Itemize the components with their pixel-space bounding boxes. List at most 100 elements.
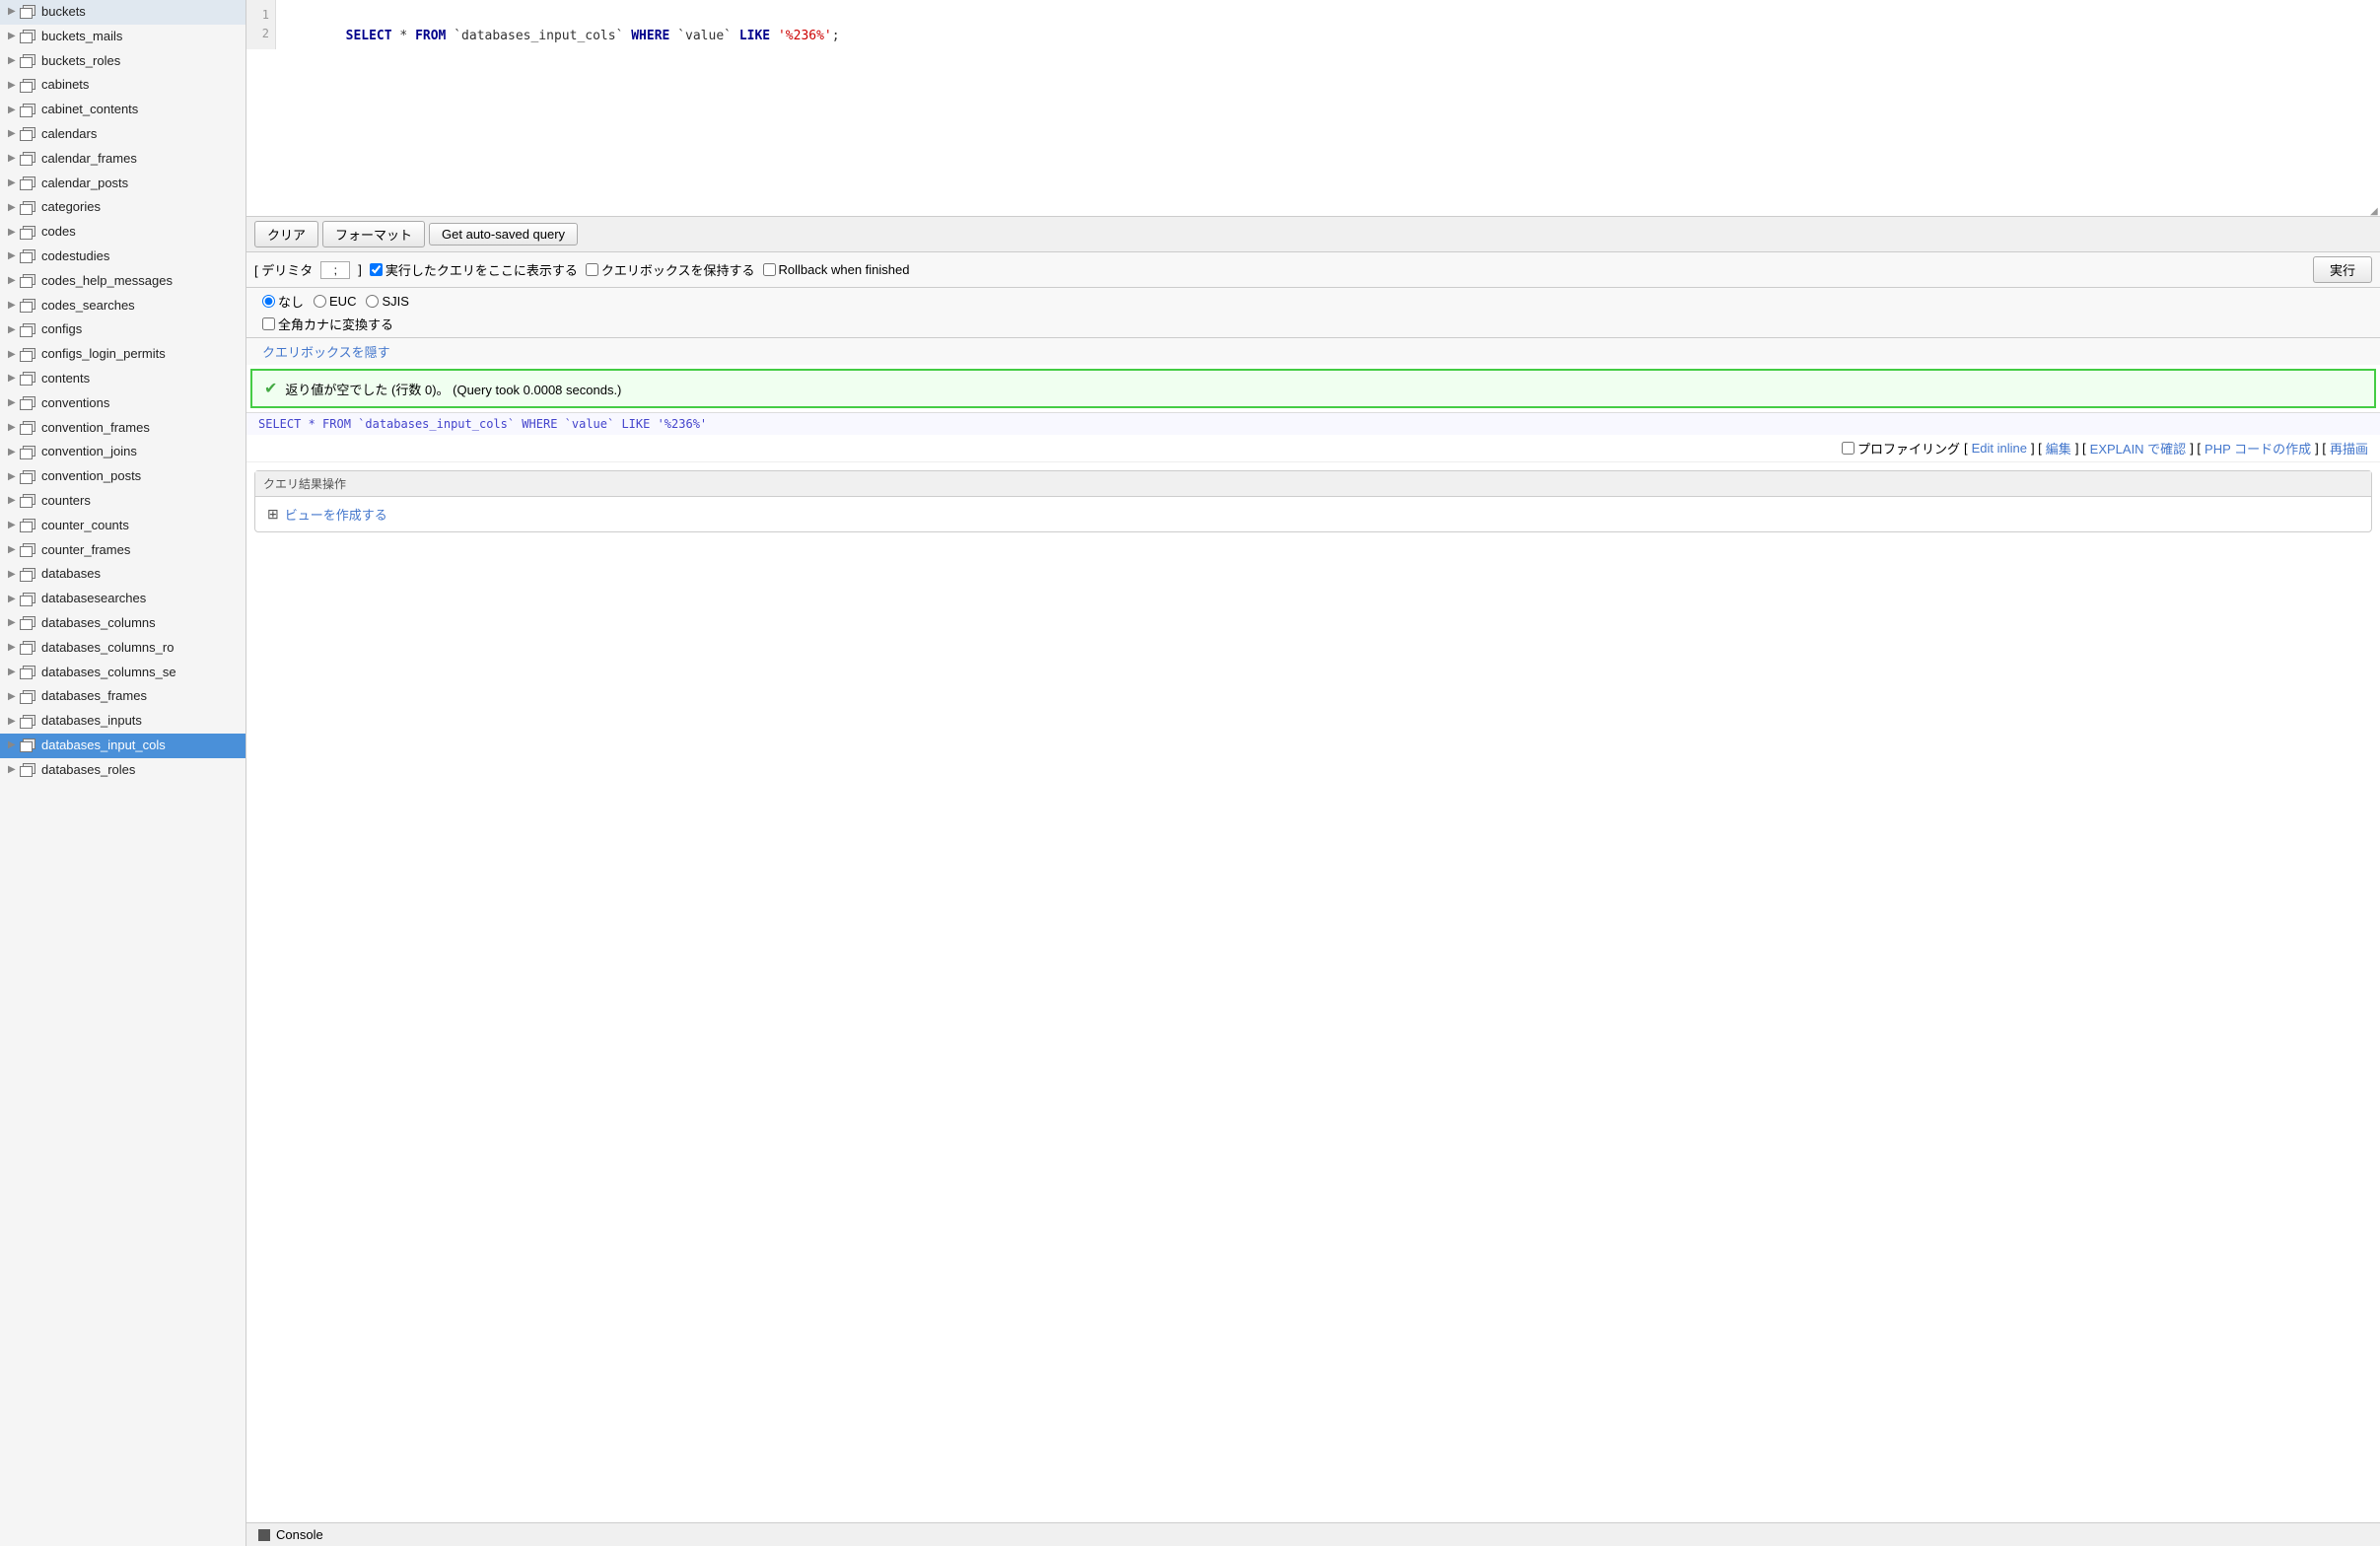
sidebar-item-configs[interactable]: ▶configs	[0, 317, 245, 342]
expand-icon: ▶	[8, 103, 18, 118]
sidebar-item-codes_help_messages[interactable]: ▶codes_help_messages	[0, 269, 245, 294]
edit-inline-link[interactable]: Edit inline	[1972, 441, 2027, 456]
table-icon	[20, 249, 37, 263]
table-icon	[20, 299, 37, 313]
sidebar-item-label: cabinets	[41, 75, 89, 96]
sidebar: ▶buckets▶buckets_mails▶buckets_roles▶cab…	[0, 0, 246, 1546]
sidebar-item-databases[interactable]: ▶databases	[0, 562, 245, 587]
expand-icon: ▶	[8, 4, 18, 20]
resize-handle[interactable]: ◢	[2370, 206, 2380, 216]
expand-icon: ▶	[8, 762, 18, 778]
sidebar-item-convention_frames[interactable]: ▶convention_frames	[0, 416, 245, 441]
success-message: 返り値が空でした (行数 0)。 (Query took 0.0008 seco…	[285, 380, 621, 398]
sidebar-item-counters[interactable]: ▶counters	[0, 489, 245, 514]
sidebar-item-conventions[interactable]: ▶conventions	[0, 391, 245, 416]
rollback-checkbox-label[interactable]: Rollback when finished	[763, 262, 910, 277]
keep-querybox-checkbox-label[interactable]: クエリボックスを保持する	[586, 260, 755, 279]
query-display: SELECT * FROM `databases_input_cols` WHE…	[246, 412, 2380, 435]
sidebar-item-cabinet_contents[interactable]: ▶cabinet_contents	[0, 98, 245, 122]
sidebar-item-databases_inputs[interactable]: ▶databases_inputs	[0, 709, 245, 734]
table-icon	[20, 372, 37, 386]
clear-button[interactable]: クリア	[254, 221, 318, 247]
sidebar-item-label: convention_joins	[41, 442, 137, 462]
expand-icon: ▶	[8, 53, 18, 69]
console-icon	[258, 1529, 270, 1541]
table-icon	[20, 666, 37, 679]
encoding-euc-radio[interactable]	[314, 295, 326, 308]
sidebar-item-codes_searches[interactable]: ▶ codes_searches	[0, 294, 245, 318]
table-icon	[20, 226, 37, 240]
sidebar-item-buckets_mails[interactable]: ▶buckets_mails	[0, 25, 245, 49]
sidebar-item-label: codes_help_messages	[41, 271, 173, 292]
php-link[interactable]: PHP コードの作成	[2205, 439, 2311, 457]
sidebar-item-databases_columns_se[interactable]: ▶ databases_columns_se	[0, 661, 245, 685]
sidebar-item-calendar_posts[interactable]: ▶calendar_posts	[0, 172, 245, 196]
sidebar-item-label: databases_columns_se	[41, 663, 176, 683]
sidebar-item-counter_counts[interactable]: ▶counter_counts	[0, 514, 245, 538]
show-query-checkbox[interactable]	[370, 263, 383, 276]
sidebar-item-databasesearches[interactable]: ▶databasesearches	[0, 587, 245, 611]
expand-icon: ▶	[8, 420, 18, 436]
sidebar-item-databases_columns[interactable]: ▶databases_columns	[0, 611, 245, 636]
expand-icon: ▶	[8, 371, 18, 386]
sidebar-item-label: calendars	[41, 124, 97, 145]
sidebar-item-label: codes	[41, 222, 76, 243]
expand-icon: ▶	[8, 665, 18, 680]
table-icon	[20, 715, 37, 729]
sidebar-item-cabinets[interactable]: ▶cabinets	[0, 73, 245, 98]
results-area: ✔ 返り値が空でした (行数 0)。 (Query took 0.0008 se…	[246, 365, 2380, 1522]
format-button[interactable]: フォーマット	[322, 221, 425, 247]
sidebar-item-categories[interactable]: ▶categories	[0, 195, 245, 220]
keep-querybox-checkbox[interactable]	[586, 263, 598, 276]
sidebar-item-label: codes_searches	[41, 296, 135, 316]
fullwidth-checkbox[interactable]	[262, 317, 275, 330]
expand-icon: ▶	[8, 151, 18, 167]
sidebar-item-calendars[interactable]: ▶calendars	[0, 122, 245, 147]
sidebar-item-label: databases	[41, 564, 101, 585]
check-icon: ✔	[264, 379, 277, 398]
edit-link[interactable]: 編集	[2046, 439, 2071, 457]
sidebar-item-buckets[interactable]: ▶buckets	[0, 0, 245, 25]
encoding-none-label[interactable]: なし	[262, 292, 304, 311]
sidebar-item-calendar_frames[interactable]: ▶calendar_frames	[0, 147, 245, 172]
encoding-none-radio[interactable]	[262, 295, 275, 308]
sidebar-item-label: databases_input_cols	[41, 736, 166, 756]
sidebar-item-counter_frames[interactable]: ▶counter_frames	[0, 538, 245, 563]
sql-content[interactable]: SELECT * FROM `databases_input_cols` WHE…	[276, 0, 2380, 197]
run-button[interactable]: 実行	[2313, 256, 2372, 283]
expand-icon: ▶	[8, 640, 18, 656]
delimiter-input[interactable]	[320, 261, 350, 279]
sidebar-item-configs_login_permits[interactable]: ▶configs_login_permits	[0, 342, 245, 367]
sidebar-item-contents[interactable]: ▶contents	[0, 367, 245, 391]
expand-icon: ▶	[8, 518, 18, 533]
encoding-sjis-label[interactable]: SJIS	[366, 294, 408, 309]
sidebar-item-buckets_roles[interactable]: ▶buckets_roles	[0, 49, 245, 74]
sidebar-item-codes[interactable]: ▶codes	[0, 220, 245, 245]
sidebar-item-databases_frames[interactable]: ▶databases_frames	[0, 684, 245, 709]
sidebar-item-databases_input_cols[interactable]: ▶databases_input_cols	[0, 734, 245, 758]
encoding-euc-label[interactable]: EUC	[314, 294, 356, 309]
show-query-checkbox-label[interactable]: 実行したクエリをここに表示する	[370, 260, 578, 279]
explain-link[interactable]: EXPLAIN で確認	[2090, 439, 2187, 457]
sidebar-item-convention_posts[interactable]: ▶convention_posts	[0, 464, 245, 489]
encoding-sjis-radio[interactable]	[366, 295, 379, 308]
sidebar-item-codestudies[interactable]: ▶codestudies	[0, 245, 245, 269]
sidebar-item-convention_joins[interactable]: ▶convention_joins	[0, 440, 245, 464]
create-view-link[interactable]: ビューを作成する	[285, 505, 387, 524]
redraw-link[interactable]: 再描画	[2330, 439, 2368, 457]
result-ops-title: クエリ結果操作	[255, 471, 2371, 497]
hide-querybox-link[interactable]: クエリボックスを隠す	[246, 338, 2380, 365]
sql-editor: 1 2 SELECT * FROM `databases_input_cols`…	[246, 0, 2380, 217]
fullwidth-checkbox-label[interactable]: 全角カナに変換する	[262, 315, 2364, 333]
expand-icon: ▶	[8, 689, 18, 705]
table-icon	[20, 543, 37, 557]
sidebar-item-databases_roles[interactable]: ▶databases_roles	[0, 758, 245, 783]
sidebar-item-label: codestudies	[41, 246, 109, 267]
profiling-checkbox[interactable]	[1842, 442, 1855, 455]
autosave-button[interactable]: Get auto-saved query	[429, 223, 578, 246]
rollback-checkbox[interactable]	[763, 263, 776, 276]
sidebar-item-databases_columns_ro[interactable]: ▶databases_columns_ro	[0, 636, 245, 661]
profiling-checkbox-label[interactable]: プロファイリング	[1842, 439, 1960, 457]
result-ops-content: ⊞ ビューを作成する	[255, 497, 2371, 531]
expand-icon: ▶	[8, 298, 18, 314]
